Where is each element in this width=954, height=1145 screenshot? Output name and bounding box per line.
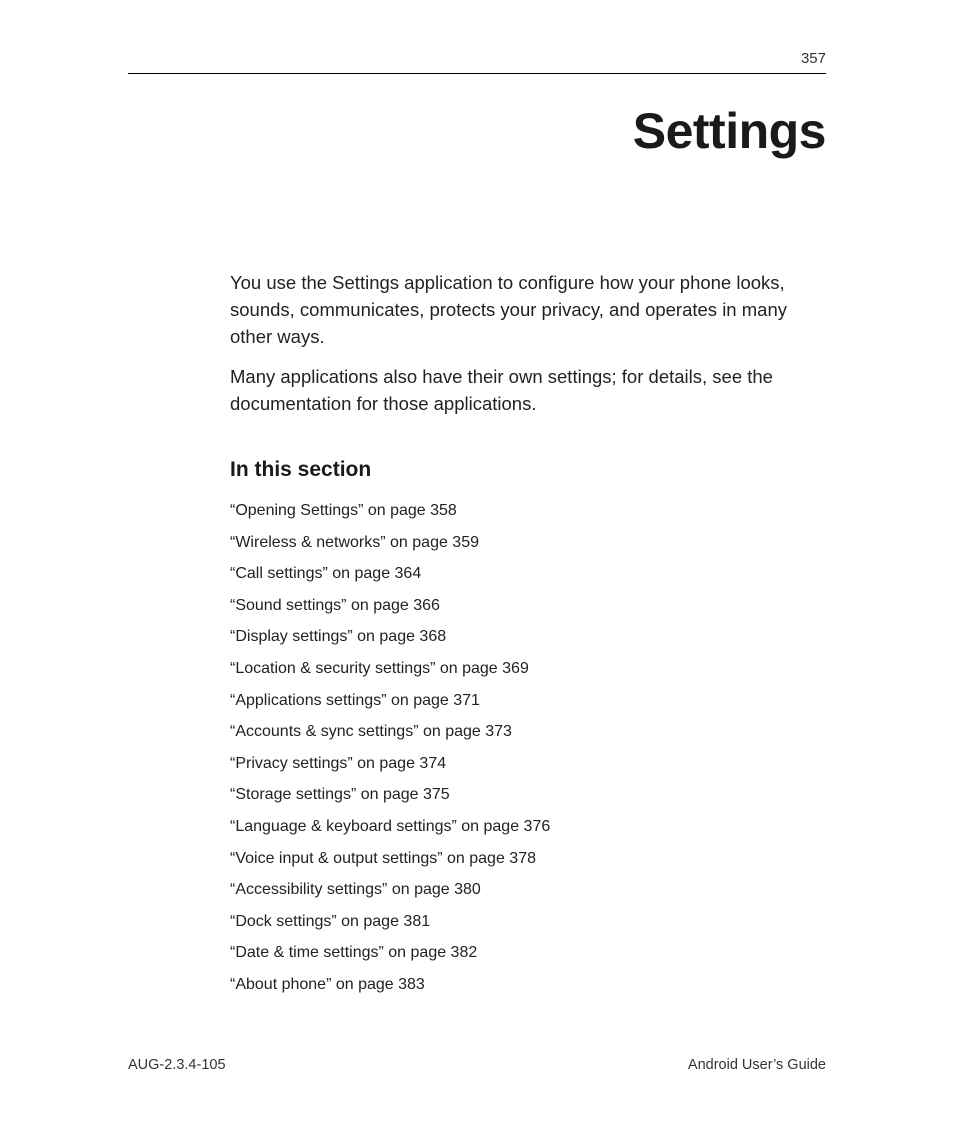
toc-entry[interactable]: “Opening Settings” on page 358 [230,500,826,522]
section-subhead: In this section [230,458,826,482]
footer-doc-id: AUG-2.3.4-105 [128,1057,226,1073]
toc-entry[interactable]: “Call settings” on page 364 [230,563,826,585]
toc-entry[interactable]: “Language & keyboard settings” on page 3… [230,816,826,838]
toc-entry[interactable]: “Sound settings” on page 366 [230,595,826,617]
toc-entry[interactable]: “Display settings” on page 368 [230,626,826,648]
toc-entry[interactable]: “About phone” on page 383 [230,974,826,996]
footer-doc-title: Android User’s Guide [688,1057,826,1073]
intro-paragraph: Many applications also have their own se… [230,364,826,418]
body-content: You use the Settings application to conf… [230,270,826,996]
toc-entry[interactable]: “Applications settings” on page 371 [230,690,826,712]
toc-entry[interactable]: “Wireless & networks” on page 359 [230,532,826,554]
toc-list: “Opening Settings” on page 358 “Wireless… [230,500,826,996]
page-footer: AUG-2.3.4-105 Android User’s Guide [128,1057,826,1073]
toc-entry[interactable]: “Accessibility settings” on page 380 [230,879,826,901]
toc-entry[interactable]: “Dock settings” on page 381 [230,911,826,933]
page-title: Settings [128,102,826,160]
toc-entry[interactable]: “Date & time settings” on page 382 [230,942,826,964]
toc-entry[interactable]: “Voice input & output settings” on page … [230,848,826,870]
toc-entry[interactable]: “Privacy settings” on page 374 [230,753,826,775]
document-page: 357 Settings You use the Settings applic… [0,0,954,1145]
page-number: 357 [128,50,826,67]
toc-entry[interactable]: “Storage settings” on page 375 [230,784,826,806]
toc-entry[interactable]: “Accounts & sync settings” on page 373 [230,721,826,743]
toc-entry[interactable]: “Location & security settings” on page 3… [230,658,826,680]
header-rule [128,73,826,74]
intro-paragraph: You use the Settings application to conf… [230,270,826,350]
